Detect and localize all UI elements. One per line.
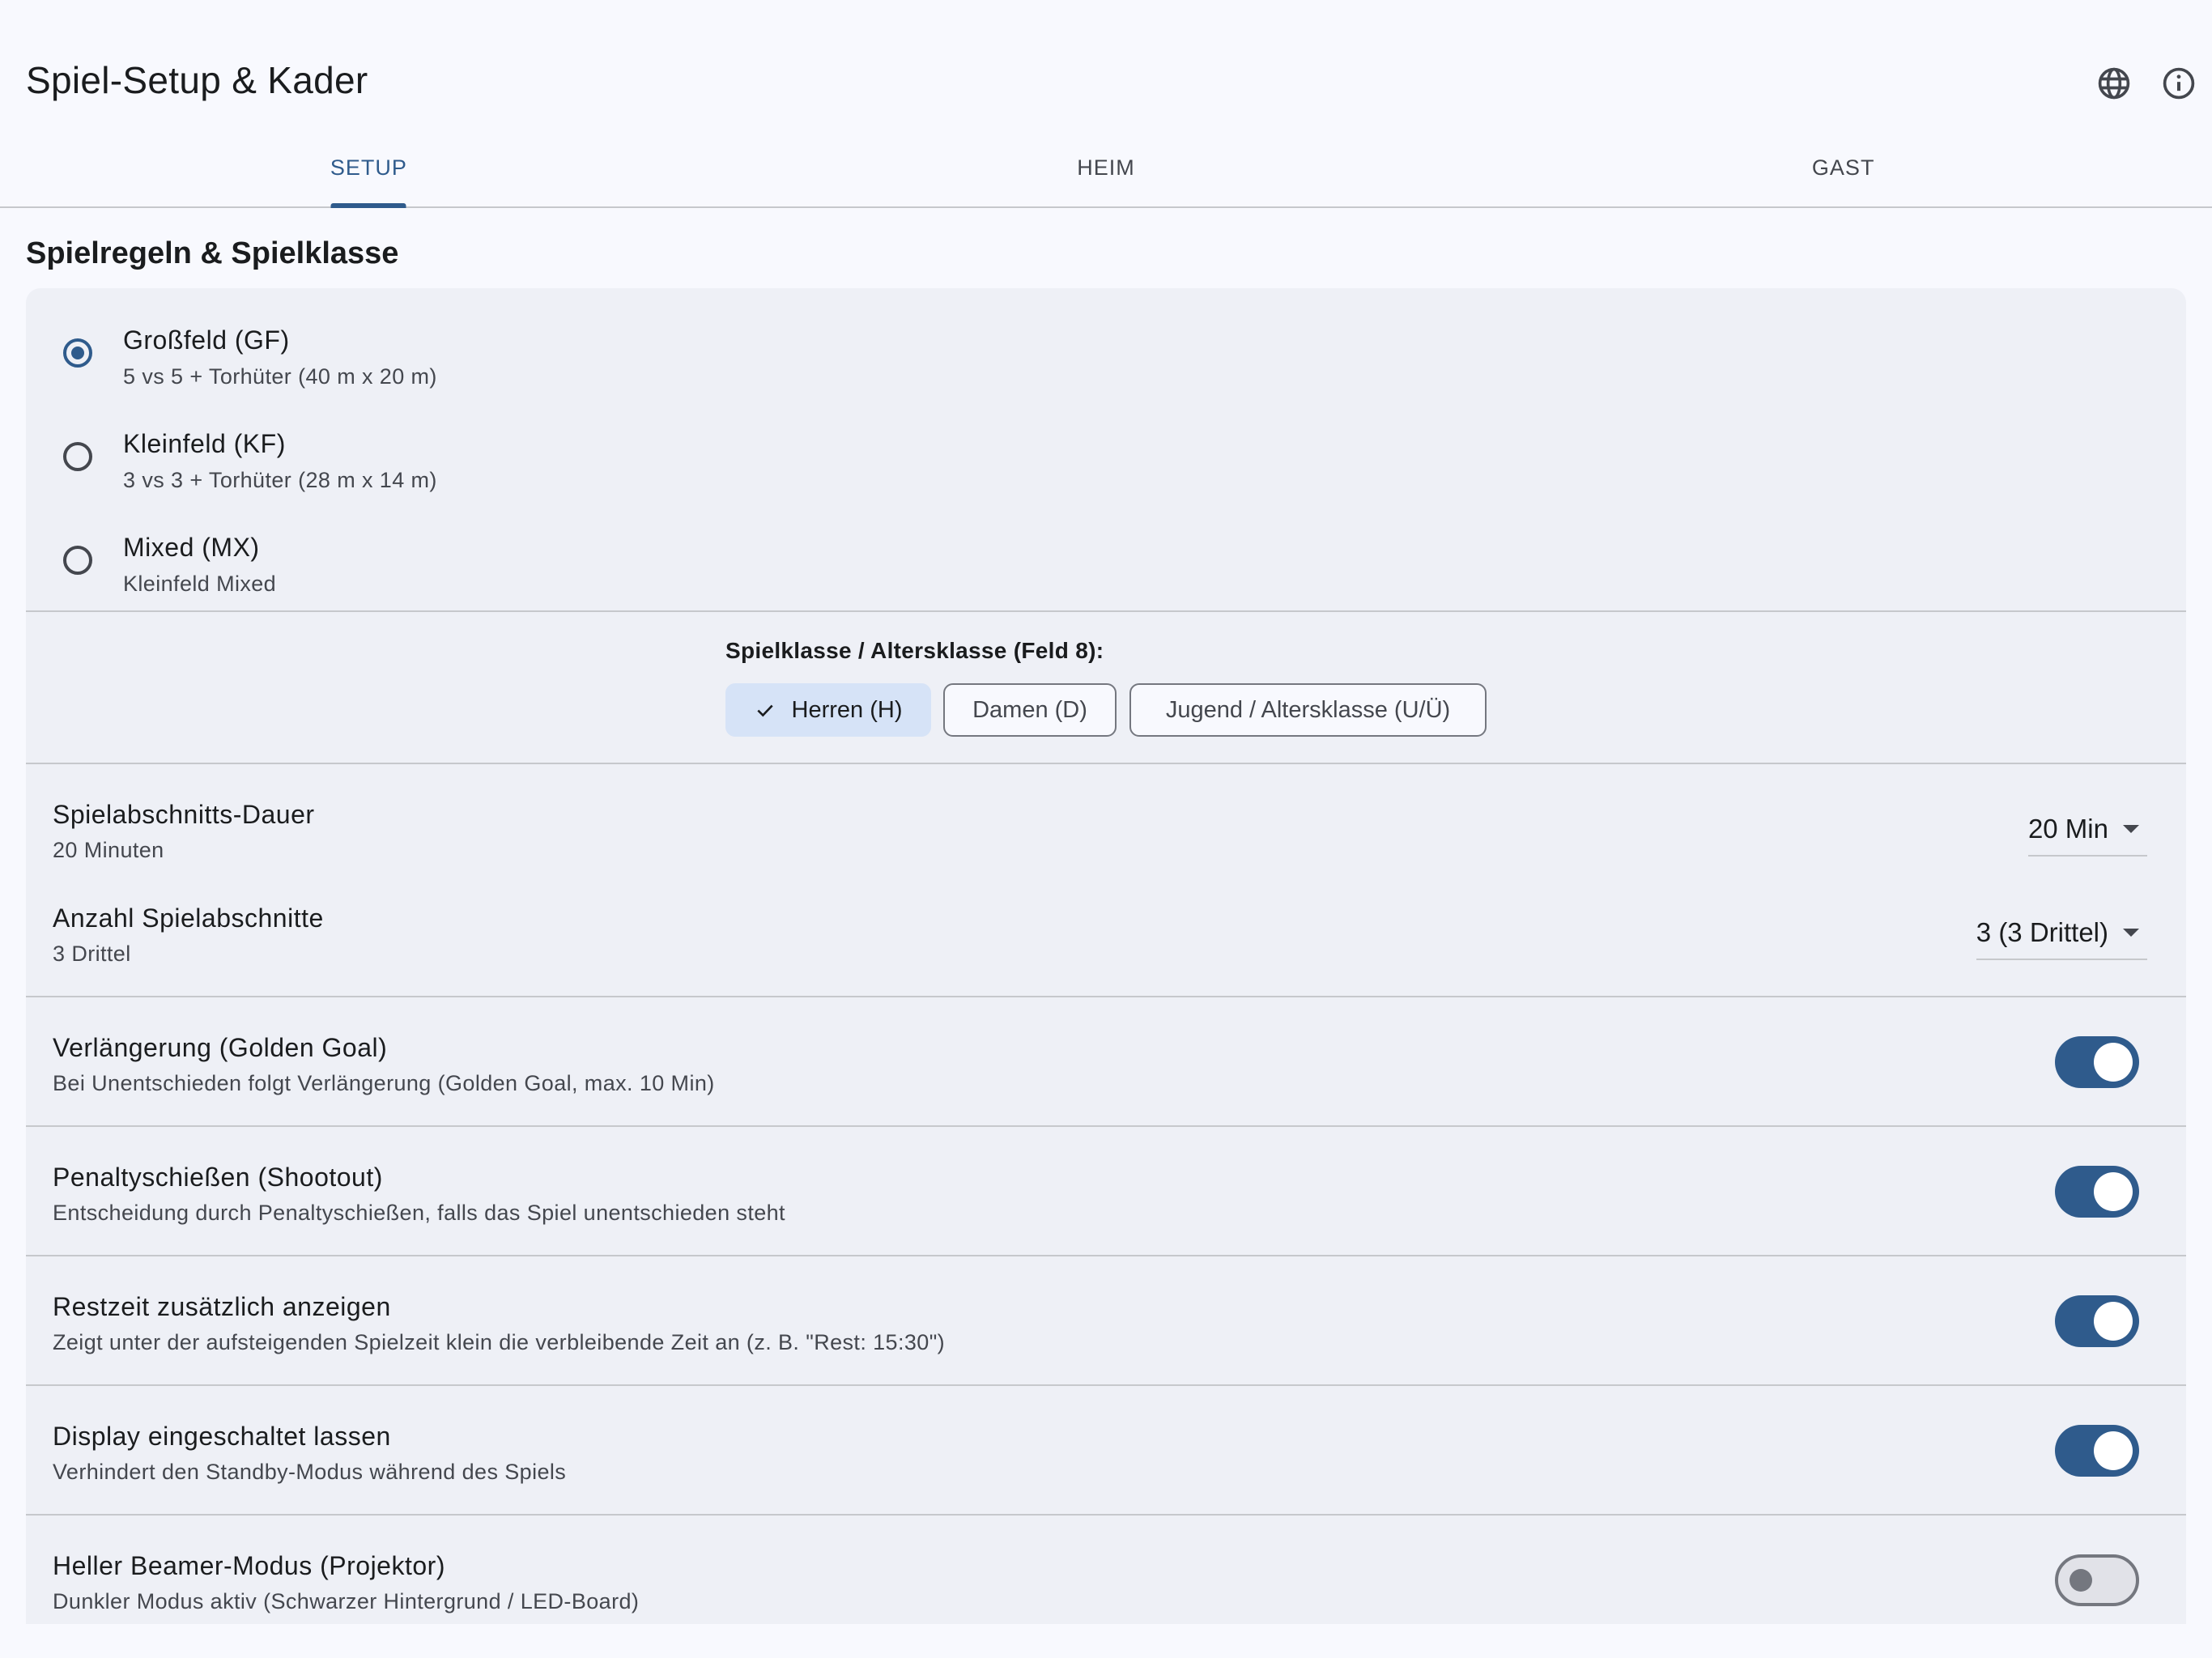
switch-knob	[2069, 1569, 2092, 1592]
check-icon	[755, 699, 776, 721]
chip-label: Herren (H)	[791, 696, 903, 723]
golden-goal-subtitle: Bei Unentschieden folgt Verlängerung (Go…	[53, 1071, 715, 1095]
option-subtitle: 5 vs 5 + Torhüter (40 m x 20 m)	[123, 364, 437, 389]
settings-panel: Großfeld (GF) 5 vs 5 + Torhüter (40 m x …	[26, 288, 2186, 1624]
option-title: Mixed (MX)	[123, 533, 260, 562]
active-tab-indicator	[330, 203, 406, 208]
radio-option-kleinfeld[interactable]: Kleinfeld (KF) 3 vs 3 + Torhüter (28 m x…	[26, 410, 2186, 513]
tab-setup[interactable]: SETUP	[0, 138, 738, 208]
shootout-title: Penaltyschießen (Shootout)	[53, 1163, 383, 1192]
dropdown-arrow-icon	[2123, 929, 2139, 937]
option-subtitle: Kleinfeld Mixed	[123, 572, 277, 596]
switch-knob	[2094, 1431, 2133, 1470]
divider	[26, 763, 2186, 764]
golden-goal-title: Verlängerung (Golden Goal)	[53, 1033, 388, 1062]
beamer-mode-title: Heller Beamer-Modus (Projektor)	[53, 1551, 445, 1580]
divider	[26, 1255, 2186, 1256]
chip-jugend[interactable]: Jugend / Altersklasse (U/Ü)	[1129, 683, 1487, 737]
period-duration-title: Spielabschnitts-Dauer	[53, 800, 315, 829]
chip-label: Damen (D)	[972, 696, 1087, 723]
info-button[interactable]	[2157, 62, 2201, 105]
chip-label: Jugend / Altersklasse (U/Ü)	[1165, 696, 1451, 723]
divider	[26, 610, 2186, 612]
divider	[26, 1384, 2186, 1386]
radio-option-mixed[interactable]: Mixed (MX) Kleinfeld Mixed	[26, 513, 2186, 617]
tab-gast[interactable]: GAST	[1474, 138, 2212, 206]
golden-goal-switch[interactable]	[2055, 1036, 2139, 1088]
switch-knob	[2094, 1043, 2133, 1082]
dropdown-arrow-icon	[2123, 825, 2139, 833]
beamer-mode-subtitle: Dunkler Modus aktiv (Schwarzer Hintergru…	[53, 1589, 640, 1613]
period-count-subtitle: 3 Drittel	[53, 942, 131, 966]
chip-herren[interactable]: Herren (H)	[725, 683, 931, 737]
keep-display-on-title: Display eingeschaltet lassen	[53, 1422, 391, 1451]
beamer-mode-switch[interactable]	[2055, 1554, 2139, 1606]
keep-display-on-subtitle: Verhindert den Standby-Modus während des…	[53, 1460, 567, 1484]
option-title: Kleinfeld (KF)	[123, 429, 286, 458]
tab-label: SETUP	[330, 155, 407, 180]
shootout-switch[interactable]	[2055, 1166, 2139, 1218]
divider	[26, 1125, 2186, 1127]
remaining-time-title: Restzeit zusätzlich anzeigen	[53, 1292, 391, 1321]
period-duration-subtitle: 20 Minuten	[53, 838, 164, 862]
radio-button[interactable]	[63, 546, 92, 575]
keep-display-on-switch[interactable]	[2055, 1425, 2139, 1477]
globe-icon	[2098, 67, 2130, 100]
remaining-time-switch[interactable]	[2055, 1295, 2139, 1347]
chip-damen[interactable]: Damen (D)	[943, 683, 1117, 737]
tab-bar: SETUP HEIM GAST	[0, 138, 2212, 208]
game-class-label: Spielklasse / Altersklasse (Feld 8):	[725, 638, 1104, 663]
period-count-title: Anzahl Spielabschnitte	[53, 903, 324, 933]
tab-label: GAST	[1811, 155, 1875, 180]
dropdown-value: 3 (3 Drittel)	[1976, 917, 2108, 947]
tab-heim[interactable]: HEIM	[738, 138, 1475, 206]
page-title: Spiel-Setup & Kader	[26, 59, 368, 101]
section-title: Spielregeln & Spielklasse	[26, 236, 399, 270]
tab-label: HEIM	[1077, 155, 1135, 180]
shootout-subtitle: Entscheidung durch Penaltyschießen, fall…	[53, 1201, 785, 1225]
radio-button[interactable]	[63, 442, 92, 471]
divider	[26, 996, 2186, 997]
period-duration-dropdown[interactable]: 20 Min	[2027, 803, 2147, 857]
radio-button-checked[interactable]	[63, 338, 92, 368]
info-icon	[2163, 67, 2195, 100]
radio-option-grossfeld[interactable]: Großfeld (GF) 5 vs 5 + Torhüter (40 m x …	[26, 306, 2186, 410]
switch-knob	[2094, 1302, 2133, 1341]
option-title: Großfeld (GF)	[123, 325, 290, 355]
period-count-dropdown[interactable]: 3 (3 Drittel)	[1976, 907, 2147, 960]
switch-knob	[2094, 1172, 2133, 1211]
dropdown-value: 20 Min	[2027, 814, 2108, 844]
divider	[26, 1514, 2186, 1516]
language-button[interactable]	[2092, 62, 2136, 105]
option-subtitle: 3 vs 3 + Torhüter (28 m x 14 m)	[123, 468, 437, 492]
remaining-time-subtitle: Zeigt unter der aufsteigenden Spielzeit …	[53, 1330, 946, 1354]
